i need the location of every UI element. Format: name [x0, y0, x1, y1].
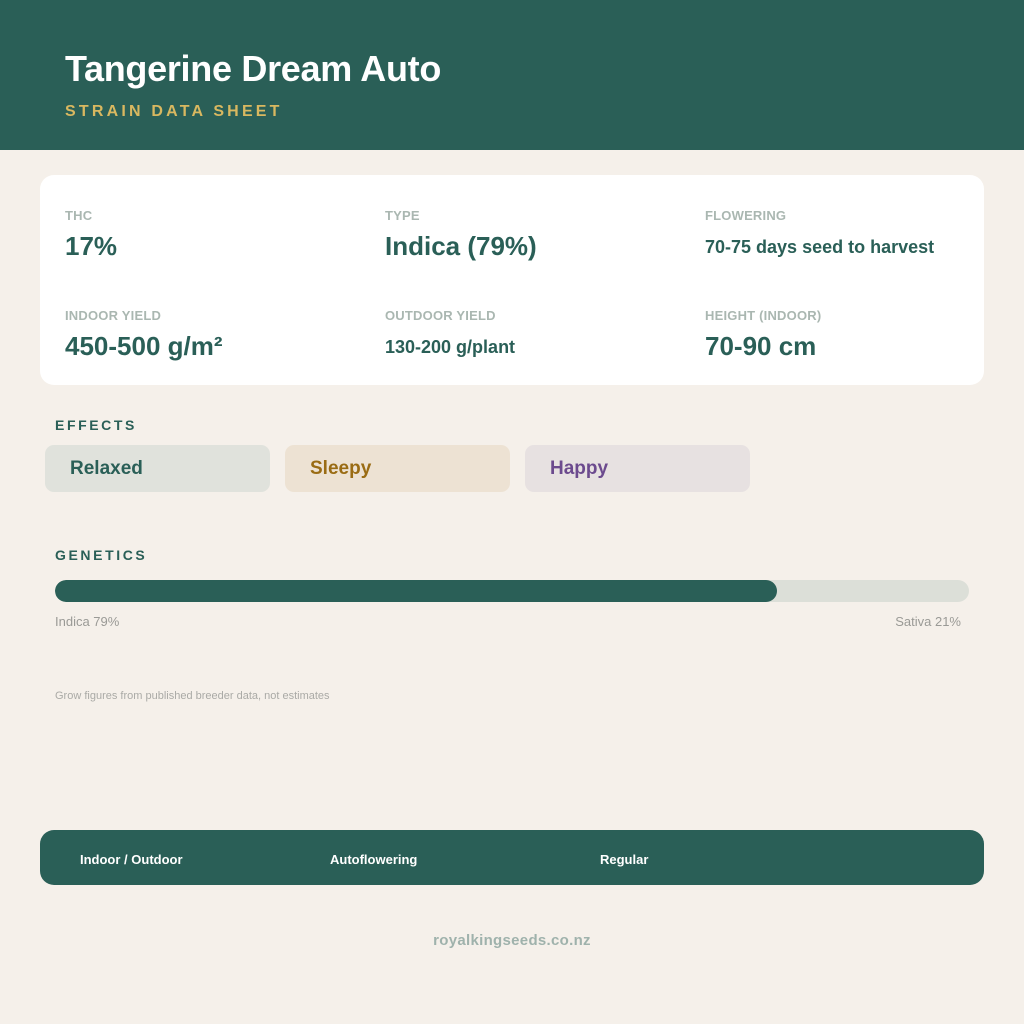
effect-tag-sleepy: Sleepy	[285, 445, 510, 492]
stats-card: THC 17% TYPE Indica (79%) FLOWERING 70-7…	[40, 175, 984, 385]
footer-bar: Indoor / Outdoor Autoflowering Regular	[40, 830, 984, 885]
effect-tag-happy: Happy	[525, 445, 750, 492]
genetics-heading: GENETICS	[55, 547, 148, 563]
data-source-note: Grow figures from published breeder data…	[55, 690, 330, 702]
effects-heading: EFFECTS	[55, 417, 137, 433]
genetics-bar-indica-fill	[55, 580, 778, 602]
header-banner: Tangerine Dream Auto STRAIN DATA SHEET	[0, 0, 1024, 150]
stat-value: Indica (79%)	[385, 231, 537, 261]
stat-height: HEIGHT (INDOOR) 70-90 cm	[705, 308, 821, 362]
stat-value: 130-200 g/plant	[385, 337, 516, 357]
footer-item-indoor-outdoor: Indoor / Outdoor	[80, 852, 183, 867]
stat-value: 17%	[65, 231, 118, 261]
website-link[interactable]: royalkingseeds.co.nz	[0, 932, 1024, 949]
stat-flowering: FLOWERING 70-75 days seed to harvest	[705, 208, 934, 258]
genetics-bar	[55, 580, 969, 602]
stat-value: 70-90 cm	[705, 331, 817, 361]
stat-label: HEIGHT (INDOOR)	[705, 308, 822, 323]
stat-label: OUTDOOR YIELD	[385, 308, 496, 323]
stat-value: 70-75 days seed to harvest	[705, 237, 935, 257]
page-title: Tangerine Dream Auto	[65, 48, 442, 89]
stat-indoor-yield: INDOOR YIELD 450-500 g/m²	[65, 308, 223, 362]
footer-item-regular: Regular	[600, 852, 649, 867]
stat-label: INDOOR YIELD	[65, 308, 162, 323]
stat-label: FLOWERING	[705, 208, 787, 223]
footer-item-autoflowering: Autoflowering	[330, 852, 418, 867]
stat-outdoor-yield: OUTDOOR YIELD 130-200 g/plant	[385, 308, 515, 358]
stat-label: THC	[65, 208, 93, 223]
effect-tag-relaxed: Relaxed	[45, 445, 270, 492]
page-subtitle: STRAIN DATA SHEET	[65, 103, 283, 120]
stat-thc: THC 17%	[65, 208, 117, 262]
stat-label: TYPE	[385, 208, 420, 223]
stat-type: TYPE Indica (79%)	[385, 208, 537, 262]
sativa-caption: Sativa 21%	[895, 614, 961, 629]
indica-caption: Indica 79%	[55, 614, 120, 629]
stat-value: 450-500 g/m²	[65, 331, 223, 361]
